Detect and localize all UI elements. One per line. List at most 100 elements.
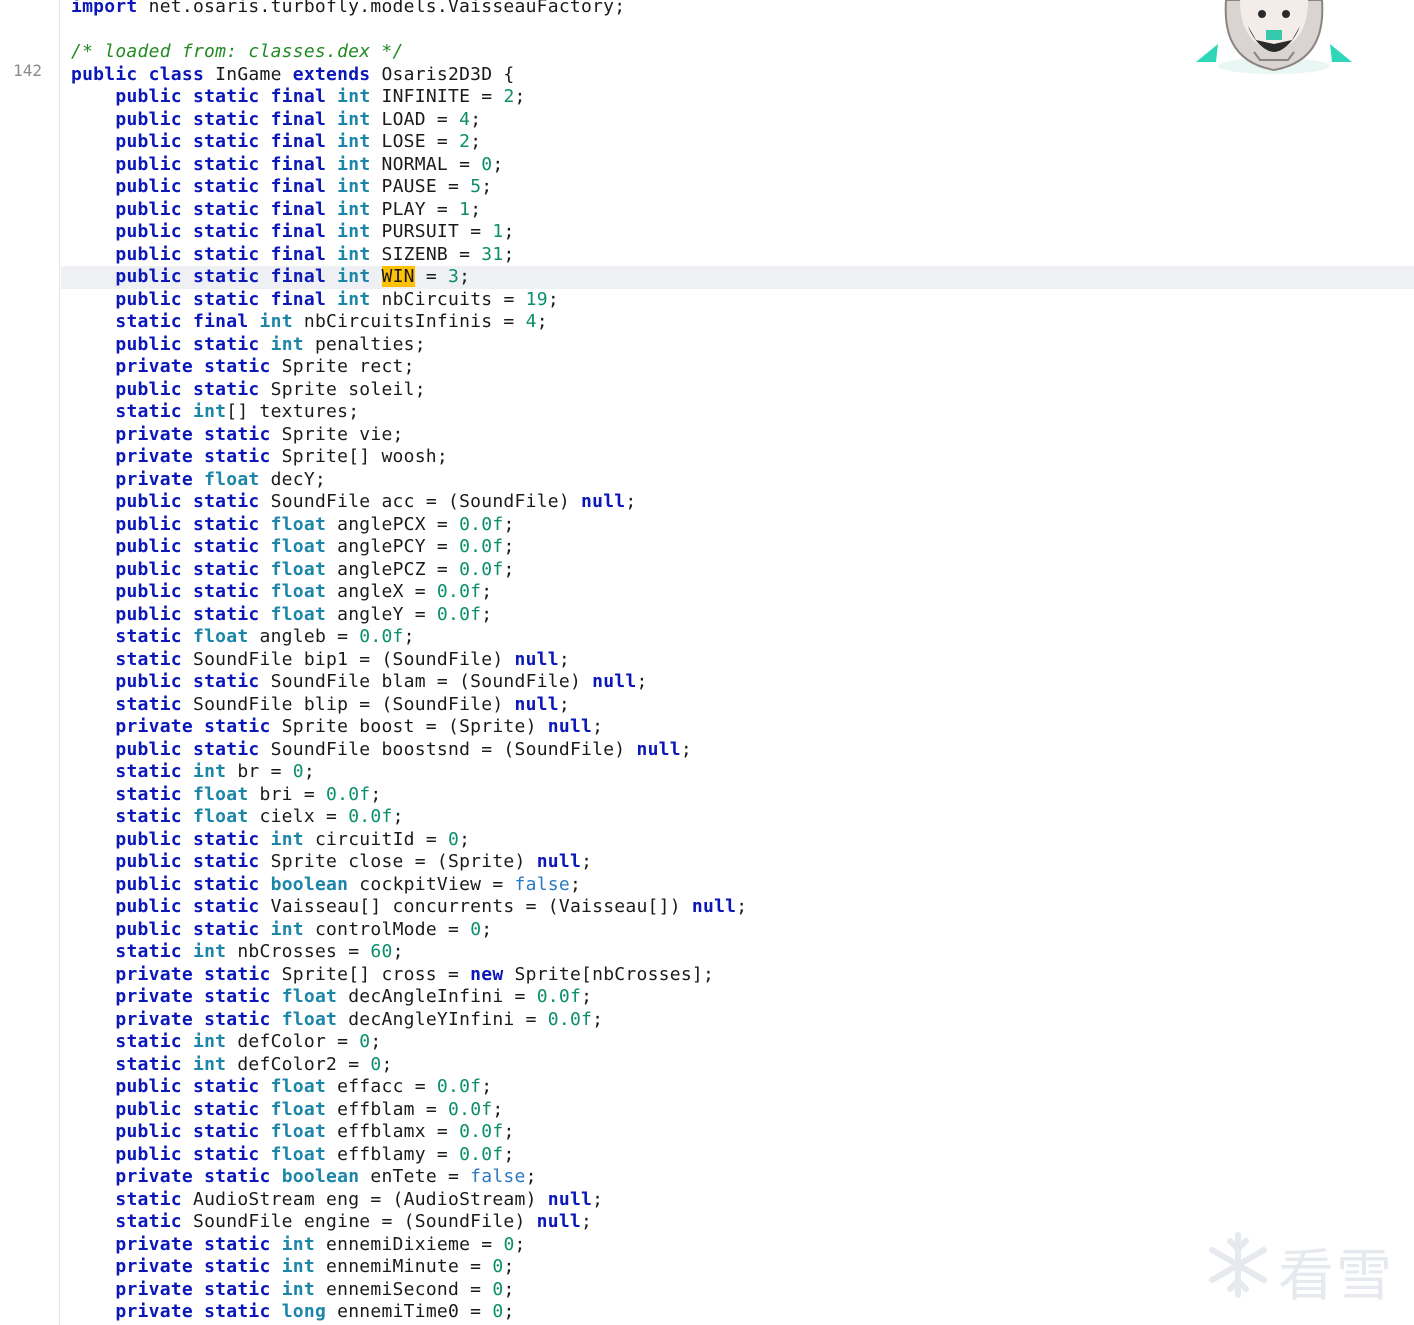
code-token: private xyxy=(115,1233,193,1255)
code-line[interactable]: static final int nbCircuitsInfinis = 4; xyxy=(61,311,1414,334)
code-line[interactable]: private static Sprite[] cross = new Spri… xyxy=(61,964,1414,987)
code-line[interactable]: static int defColor2 = 0; xyxy=(61,1054,1414,1077)
code-token: angleY = xyxy=(326,603,437,625)
code-token: ; xyxy=(536,311,548,332)
code-line[interactable]: static int[] textures; xyxy=(61,401,1414,424)
code-line[interactable]: public static Sprite close = (Sprite) nu… xyxy=(61,851,1414,874)
code-line[interactable]: private static Sprite[] woosh; xyxy=(61,446,1414,469)
code-line[interactable]: public static SoundFile blam = (SoundFil… xyxy=(61,671,1414,694)
code-line[interactable]: private float decY; xyxy=(61,469,1414,492)
code-token: cockpitView = xyxy=(348,873,515,895)
code-token: 31 xyxy=(481,243,504,265)
code-line[interactable]: public static float anglePCZ = 0.0f; xyxy=(61,559,1414,582)
code-line[interactable]: public static final int LOSE = 2; xyxy=(61,131,1414,154)
code-token: /* loaded from: classes.dex */ xyxy=(71,41,404,62)
code-line[interactable]: private static Sprite vie; xyxy=(61,424,1414,447)
code-token: static xyxy=(192,108,260,130)
code-line[interactable]: public static final int SIZENB = 31; xyxy=(61,244,1414,267)
code-line[interactable]: public static int penalties; xyxy=(61,334,1414,357)
code-line[interactable]: public static final int nbCircuits = 19; xyxy=(61,289,1414,312)
code-token: static xyxy=(192,558,260,580)
code-line[interactable]: public static float anglePCY = 0.0f; xyxy=(61,536,1414,559)
code-line[interactable]: public static SoundFile acc = (SoundFile… xyxy=(61,491,1414,514)
code-token: 0.0f xyxy=(459,1143,504,1165)
code-line[interactable]: public static Vaisseau[] concurrents = (… xyxy=(61,896,1414,919)
code-line[interactable]: private static Sprite boost = (Sprite) n… xyxy=(61,716,1414,739)
code-token: PAUSE = xyxy=(370,176,471,197)
code-line[interactable]: static int br = 0; xyxy=(61,761,1414,784)
code-line[interactable]: public static int circuitId = 0; xyxy=(61,829,1414,852)
code-line[interactable]: public static final int PAUSE = 5; xyxy=(61,176,1414,199)
code-token: static xyxy=(192,1076,260,1097)
code-token: static xyxy=(192,1098,260,1120)
code-line[interactable]: public static int controlMode = 0; xyxy=(61,919,1414,942)
code-line[interactable]: static AudioStream eng = (AudioStream) n… xyxy=(61,1189,1414,1212)
code-token: AudioStream eng = (AudioStream) xyxy=(181,1188,548,1210)
code-line[interactable]: private static Sprite rect; xyxy=(61,356,1414,379)
code-token: ; xyxy=(581,1211,593,1232)
code-line[interactable]: public static SoundFile boostsnd = (Soun… xyxy=(61,739,1414,762)
code-line[interactable]: static float bri = 0.0f; xyxy=(61,784,1414,807)
code-line[interactable]: public static float effblamx = 0.0f; xyxy=(61,1121,1414,1144)
code-line[interactable]: static float cielx = 0.0f; xyxy=(61,806,1414,829)
code-line[interactable]: public static final int PURSUIT = 1; xyxy=(61,221,1414,244)
code-line[interactable]: public static Sprite soleil; xyxy=(61,379,1414,402)
code-token: static xyxy=(115,1211,182,1232)
code-token: static xyxy=(192,873,260,895)
code-line[interactable]: public static final int NORMAL = 0; xyxy=(61,154,1414,177)
code-line[interactable]: static SoundFile bip1 = (SoundFile) null… xyxy=(61,649,1414,672)
code-line[interactable]: static SoundFile blip = (SoundFile) null… xyxy=(61,694,1414,717)
code-line[interactable]: public static float effacc = 0.0f; xyxy=(61,1076,1414,1099)
code-line[interactable]: public static float effblamy = 0.0f; xyxy=(61,1144,1414,1167)
code-token: 0.0f xyxy=(459,558,504,580)
code-line[interactable]: public static final int PLAY = 1; xyxy=(61,199,1414,222)
code-line[interactable]: static float angleb = 0.0f; xyxy=(61,626,1414,649)
code-line[interactable]: private static boolean enTete = false; xyxy=(61,1166,1414,1189)
code-token: int xyxy=(337,176,371,197)
code-line-current[interactable]: public static final int WIN = 3; xyxy=(61,266,1414,289)
code-line[interactable]: public static float angleX = 0.0f; xyxy=(61,581,1414,604)
code-token: final xyxy=(192,311,249,332)
code-token: INFINITE = xyxy=(370,86,504,107)
code-line[interactable]: public static final int LOAD = 4; xyxy=(61,109,1414,132)
code-line[interactable]: public static float angleY = 0.0f; xyxy=(61,604,1414,627)
code-token: static xyxy=(115,648,182,670)
code-line[interactable]: public static float anglePCX = 0.0f; xyxy=(61,514,1414,537)
code-token: private xyxy=(115,468,193,490)
code-token: ; xyxy=(470,131,482,152)
code-editor[interactable]: 142 import net.osaris.turbofly.models.Va… xyxy=(0,0,1414,1325)
code-token: private xyxy=(115,986,193,1007)
code-line[interactable]: public static boolean cockpitView = fals… xyxy=(61,874,1414,897)
code-token: Sprite rect; xyxy=(270,356,415,377)
code-line[interactable]: public static float effblam = 0.0f; xyxy=(61,1099,1414,1122)
code-line[interactable]: static int nbCrosses = 60; xyxy=(61,941,1414,964)
code-line[interactable]: private static float decAngleYInfini = 0… xyxy=(61,1009,1414,1032)
code-line[interactable]: public static final int INFINITE = 2; xyxy=(61,86,1414,109)
code-token: static xyxy=(115,806,182,827)
code-token: null xyxy=(514,648,559,670)
code-line[interactable]: private static float decAngleInfini = 0.… xyxy=(61,986,1414,1009)
code-token: PURSUIT = xyxy=(370,221,493,242)
code-line[interactable]: static int defColor = 0; xyxy=(61,1031,1414,1054)
